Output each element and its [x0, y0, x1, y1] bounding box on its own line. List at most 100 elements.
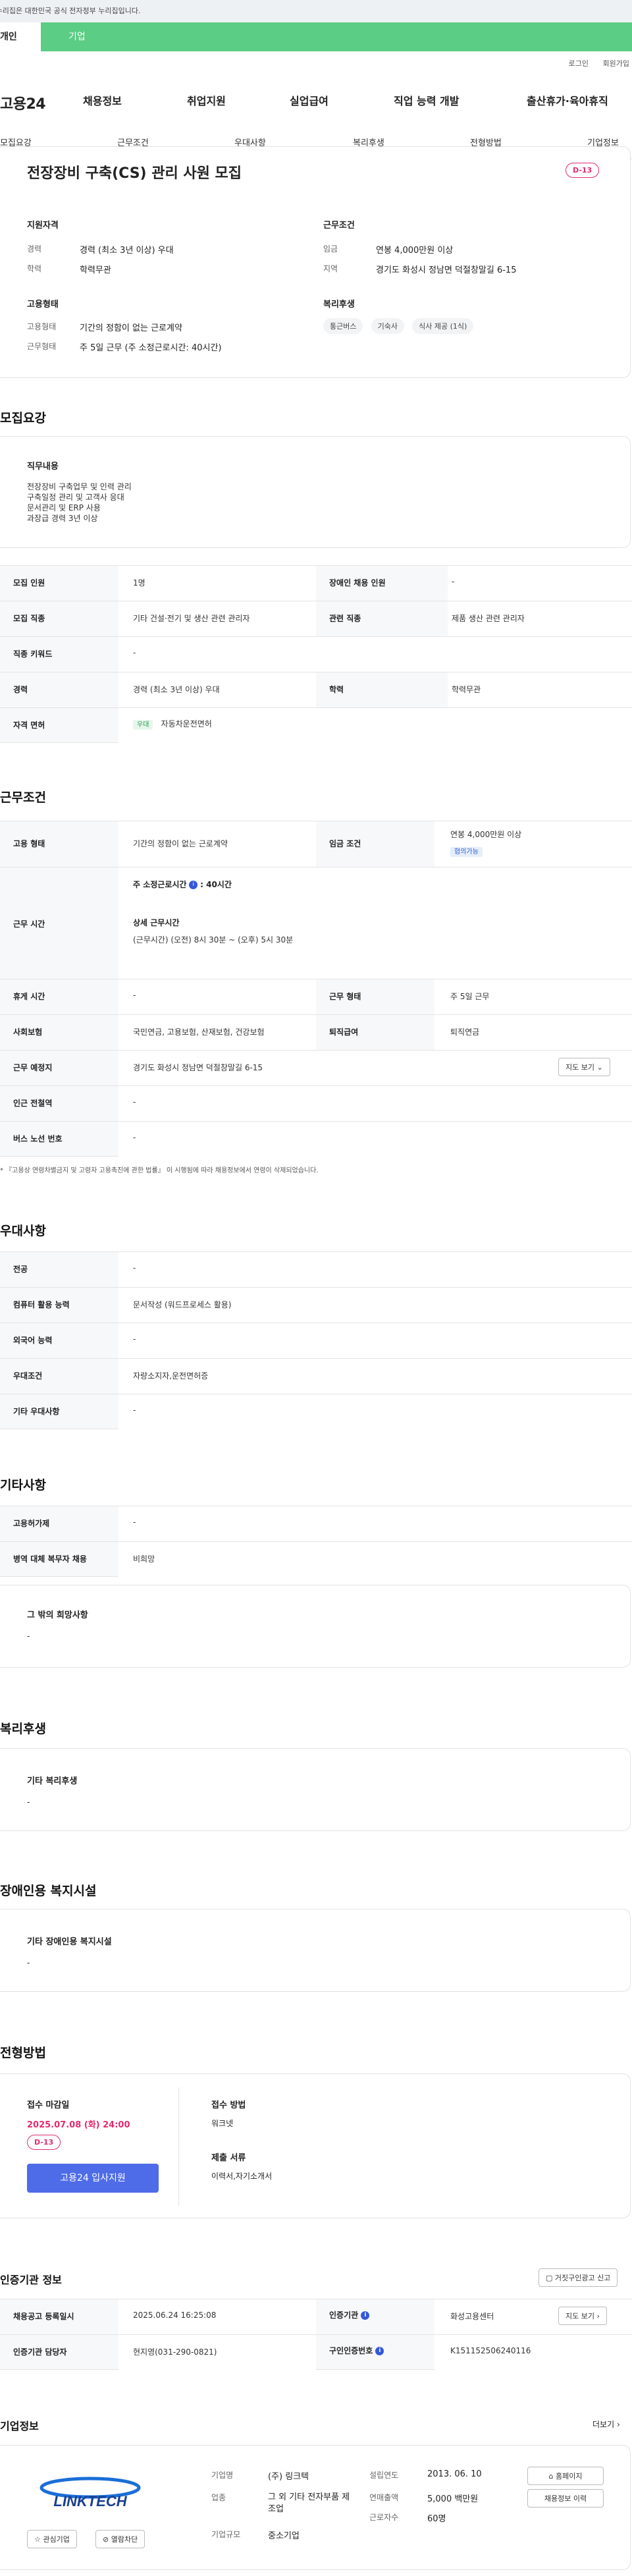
table-row	[0, 565, 632, 601]
gnb-item-unemployment[interactable]: 실업급여	[290, 92, 329, 108]
tab-company[interactable]: 기업	[41, 22, 632, 51]
homepage-button[interactable]: ⌂ 홈페이지	[527, 2467, 604, 2485]
table-row	[0, 1287, 632, 1323]
welfare-heading: 복리후생	[0, 1722, 46, 1736]
table-row	[0, 601, 632, 636]
util-menu: 로그인 회원가입	[557, 58, 629, 69]
history-button[interactable]: 채용정보 이력	[527, 2489, 604, 2507]
duty-box: 직무내용 전장장비 구축업무 및 인력 관리 구축일정 관리 및 고객사 응대 문서…	[0, 436, 631, 548]
company-biz: 그 외 기타 전자부품 제조업	[268, 2492, 350, 2514]
table-header: 학력	[329, 685, 344, 694]
company-heading: 기업정보	[0, 2420, 39, 2432]
dday-badge: D-13	[27, 2135, 61, 2150]
table-cell: -	[133, 1133, 136, 1142]
table-header: 직종 키워드	[13, 649, 53, 659]
company-more-link[interactable]: 더보기 ›	[592, 2419, 620, 2430]
gnb-item-support[interactable]: 취업지원	[187, 92, 226, 108]
company-logo: LINKTECH	[24, 2473, 156, 2513]
work-heading: 근무조건	[0, 790, 46, 805]
table-row	[0, 1394, 632, 1429]
table-cell: -	[452, 577, 455, 586]
weekly-hours: 주 소정근로시간 i : 40시간	[133, 879, 232, 890]
disabled-box-value: -	[27, 1958, 30, 1967]
table-row	[0, 979, 632, 1014]
info-icon[interactable]: i	[375, 2347, 384, 2355]
table-header: 근무 예정지	[13, 1063, 53, 1072]
selection-card: 접수 마감일 2025.07.08 (화) 24:00 D-13 고용24 입사…	[0, 2073, 631, 2218]
table-header: 관련 직종	[329, 614, 361, 623]
tab-personal[interactable]: 개인	[0, 22, 41, 51]
weekly-hours-value: : 40시간	[200, 880, 232, 889]
gnb-item-training[interactable]: 직업 능력 개발	[394, 92, 459, 108]
table-header: 휴게 시간	[13, 992, 45, 1001]
gnb-item-jobs[interactable]: 채용정보	[83, 92, 122, 108]
svg-text:LINKTECH: LINKTECH	[53, 2493, 127, 2509]
site-logo[interactable]: 고용24	[0, 92, 46, 113]
table-cell: -	[133, 1334, 136, 1344]
num-header: 구인인증번호 i	[329, 2345, 384, 2356]
table-header: 버스 노선 번호	[13, 1134, 63, 1143]
report-button[interactable]: ▢ 거짓구인광고 신고	[539, 2268, 618, 2287]
info-icon[interactable]: i	[189, 881, 198, 889]
table-header: 모집 인원	[13, 578, 45, 588]
map-button[interactable]: 지도 보기 ⌄	[558, 1058, 610, 1076]
license-value: 자동차운전면허	[161, 719, 212, 728]
table-header: 인근 전철역	[13, 1099, 53, 1108]
region-value: 경기도 화성시 정남면 덕절창말길 6-15	[376, 265, 517, 275]
region-label: 지역	[323, 264, 338, 273]
table-cell: 경력 (최소 3년 이상) 우대	[133, 685, 220, 694]
company-emp: 60명	[427, 2514, 446, 2524]
time-detail-title: 상세 근무시간	[133, 918, 180, 927]
license-cell: 우대 자동차운전면허	[133, 718, 212, 730]
disabled-heading: 장애인용 복지시설	[0, 1884, 97, 1898]
table-cell: 연봉 4,000만원 이상	[450, 830, 522, 839]
cond-title: 근무조건	[323, 221, 355, 231]
summary-card: 전장장비 구축(CS) 관리 사원 모집 D-13 지원자격 경력 경력 (최소…	[0, 146, 631, 378]
table-header: 병역 대체 복무자 채용	[13, 1554, 87, 1564]
table-row	[0, 1358, 632, 1394]
apply-button[interactable]: 고용24 입사지원	[27, 2164, 159, 2193]
company-emp-label: 근로자수	[369, 2513, 399, 2522]
gnb-item-leave[interactable]: 출산휴가·육아휴직	[527, 92, 608, 108]
welfare-box-title: 기타 복리후생	[27, 1776, 78, 1786]
deadline-value: 2025.07.08 (화) 24:00	[27, 2120, 130, 2130]
table-header: 전공	[13, 1265, 28, 1274]
org-header: 인증기관 i	[329, 2309, 370, 2320]
table-cell: 화성고용센터	[450, 2312, 494, 2321]
etc-heading: 기타사항	[0, 1478, 46, 1493]
method-value: 워크넷	[211, 2119, 234, 2128]
age-note: * 『고용상 연령차별금지 및 고령자 고용촉진에 관한 법률』 이 시행됨에 …	[0, 1167, 319, 1174]
table-header: 자격 면허	[13, 721, 45, 730]
table-header: 기타 우대사항	[13, 1407, 60, 1416]
table-row	[0, 1050, 632, 1085]
welfare-chip: 식사 제공 (1식)	[412, 318, 474, 334]
login-link[interactable]: 로그인	[569, 59, 589, 68]
table-cell: -	[133, 1406, 136, 1415]
gov-banner: 이 누리집은 대한민국 공식 전자정부 누리집입니다.	[0, 0, 632, 22]
emptype-value: 기간의 정함이 없는 근로계약	[80, 323, 182, 333]
deadline-title: 접수 마감일	[27, 2100, 70, 2110]
interest-button[interactable]: ☆ 관심기업	[27, 2530, 77, 2548]
table-row	[0, 1541, 632, 1577]
job-title: 전장장비 구축(CS) 관리 사원 모집	[27, 165, 242, 182]
table-row	[0, 636, 632, 672]
company-card: LINKTECH ☆ 관심기업 ⊘ 열람차단 기업명 (주) 링크텍 업종 그 …	[0, 2445, 631, 2570]
workform-value: 주 5일 근무 (주 소정근로시간: 40시간)	[80, 343, 222, 353]
etc-wish-title: 그 밖의 희망사항	[27, 1610, 88, 1620]
table-header: 고용 형태	[13, 839, 45, 848]
docs-title: 제출 서류	[211, 2153, 246, 2163]
company-sales: 5,000 백만원	[427, 2494, 479, 2504]
qual-title: 지원자격	[27, 221, 59, 231]
info-icon[interactable]: i	[361, 2311, 370, 2320]
signup-link[interactable]: 회원가입	[603, 59, 629, 68]
table-cell: 주 5일 근무	[450, 992, 490, 1001]
table-cell: -	[133, 991, 136, 1000]
table-row	[0, 1014, 632, 1050]
emp-title: 고용형태	[27, 300, 59, 310]
cert-heading: 인증기관 정보	[0, 2274, 62, 2286]
org-map-button[interactable]: 지도 보기 ›	[558, 2307, 607, 2325]
table-cell: 기간의 정함이 없는 근로계약	[133, 839, 228, 848]
company-logo-graphic: LINKTECH	[40, 2477, 141, 2509]
table-cell: 제품 생산 관련 관리자	[452, 614, 525, 623]
block-button[interactable]: ⊘ 열람차단	[95, 2530, 145, 2548]
